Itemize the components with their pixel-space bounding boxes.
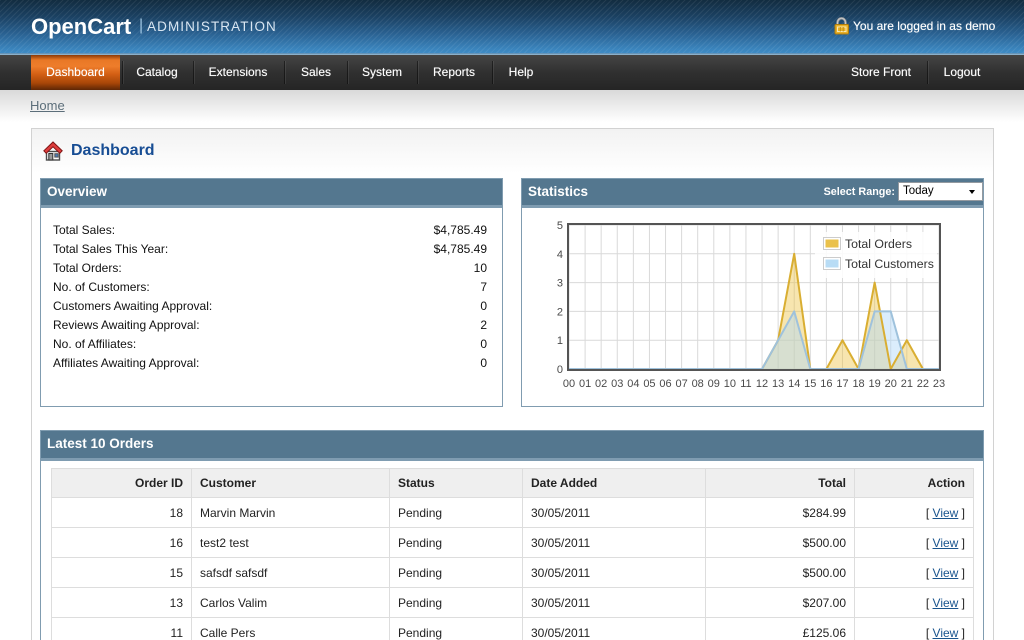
svg-text:3: 3 — [557, 278, 563, 290]
svg-text:16: 16 — [820, 378, 832, 390]
svg-text:4: 4 — [557, 249, 563, 261]
svg-text:5: 5 — [557, 220, 563, 232]
svg-text:13: 13 — [772, 378, 784, 390]
svg-text:21: 21 — [901, 378, 913, 390]
svg-text:08: 08 — [692, 378, 704, 390]
svg-text:1: 1 — [557, 335, 563, 347]
svg-text:05: 05 — [643, 378, 655, 390]
svg-text:0: 0 — [557, 364, 563, 376]
svg-text:09: 09 — [708, 378, 720, 390]
svg-text:00: 00 — [563, 378, 575, 390]
svg-text:10: 10 — [724, 378, 736, 390]
svg-text:04: 04 — [627, 378, 639, 390]
svg-text:17: 17 — [836, 378, 848, 390]
svg-text:07: 07 — [675, 378, 687, 390]
svg-text:15: 15 — [804, 378, 816, 390]
svg-text:02: 02 — [595, 378, 607, 390]
svg-text:20: 20 — [885, 378, 897, 390]
svg-text:23: 23 — [933, 378, 945, 390]
svg-text:14: 14 — [788, 378, 800, 390]
svg-text:22: 22 — [917, 378, 929, 390]
svg-text:06: 06 — [659, 378, 671, 390]
svg-text:Total Orders: Total Orders — [845, 237, 912, 251]
svg-text:19: 19 — [869, 378, 881, 390]
svg-text:Total Customers: Total Customers — [845, 257, 934, 271]
svg-text:03: 03 — [611, 378, 623, 390]
svg-text:12: 12 — [756, 378, 768, 390]
svg-text:2: 2 — [557, 306, 563, 318]
svg-text:18: 18 — [852, 378, 864, 390]
svg-text:01: 01 — [579, 378, 591, 390]
svg-text:11: 11 — [740, 378, 751, 390]
